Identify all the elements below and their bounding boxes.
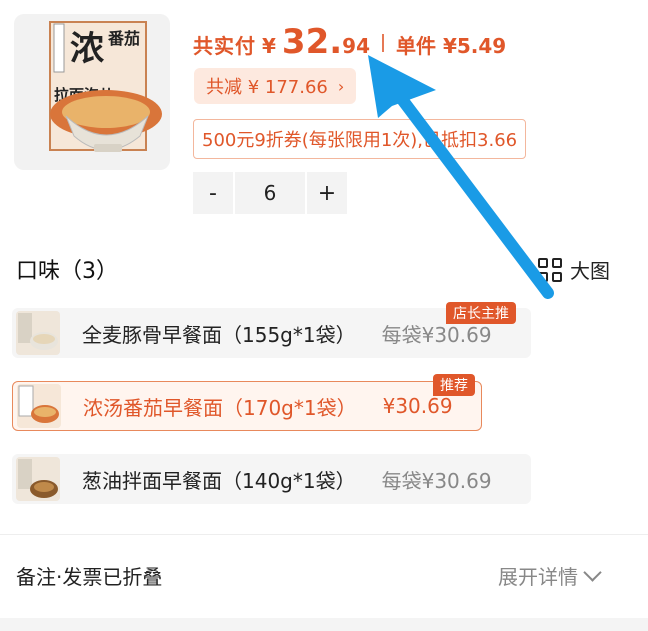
annotation-arrow-icon: [368, 55, 554, 299]
